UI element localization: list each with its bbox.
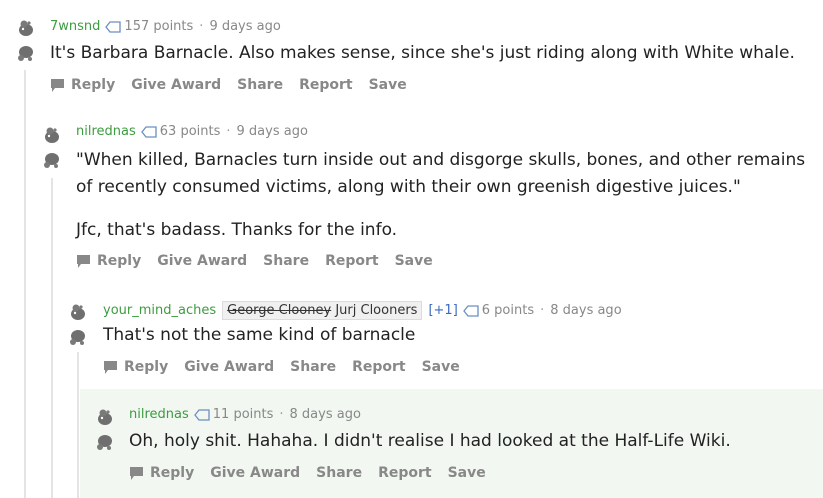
comment-paragraph: Jfc, that's badass. Thanks for the info. bbox=[76, 220, 398, 240]
comment-paragraph: It's Barbara Barnacle. Also makes sense,… bbox=[50, 43, 795, 63]
comment-body: Oh, holy shit. Hahaha. I didn't realise … bbox=[129, 428, 819, 455]
share-button[interactable]: Share bbox=[263, 253, 309, 269]
comment-body: "When killed, Barnacles turn inside out … bbox=[76, 147, 816, 244]
speech-bubble-icon bbox=[77, 254, 90, 268]
points: 11 points bbox=[212, 407, 274, 422]
thread-line-level3[interactable] bbox=[77, 352, 79, 498]
comment-meta: nilrednas 11 points · 8 days ago bbox=[129, 407, 361, 422]
snoo-upvote-icon[interactable] bbox=[95, 408, 115, 426]
snoo-downvote-icon[interactable] bbox=[95, 434, 115, 452]
save-button[interactable]: Save bbox=[369, 77, 407, 93]
comment-paragraph: "When killed, Barnacles turn inside out … bbox=[76, 150, 806, 197]
speech-bubble-icon bbox=[104, 360, 117, 374]
thread-line-level1[interactable] bbox=[24, 70, 26, 498]
username-link[interactable]: 7wnsnd bbox=[50, 19, 100, 34]
timestamp[interactable]: 9 days ago bbox=[209, 19, 280, 34]
comment-meta: 7wnsnd 157 points · 9 days ago bbox=[50, 19, 281, 34]
report-button[interactable]: Report bbox=[325, 253, 379, 269]
username-link[interactable]: nilrednas bbox=[76, 124, 136, 139]
share-button[interactable]: Share bbox=[290, 359, 336, 375]
flair-plus[interactable]: [+1] bbox=[428, 303, 457, 318]
report-button[interactable]: Report bbox=[378, 465, 432, 481]
report-button[interactable]: Report bbox=[352, 359, 406, 375]
reply-button[interactable]: Reply bbox=[103, 359, 168, 375]
snoo-downvote-icon[interactable] bbox=[68, 329, 88, 347]
speech-bubble-icon bbox=[51, 78, 64, 92]
separator: · bbox=[279, 407, 284, 422]
separator: · bbox=[540, 303, 545, 318]
snoo-upvote-icon[interactable] bbox=[42, 126, 62, 144]
reply-label: Reply bbox=[150, 465, 195, 481]
share-button[interactable]: Share bbox=[237, 77, 283, 93]
reply-button[interactable]: Reply bbox=[129, 465, 194, 481]
points: 63 points bbox=[159, 124, 221, 139]
give-award-button[interactable]: Give Award bbox=[184, 359, 274, 375]
snoo-downvote-icon[interactable] bbox=[16, 45, 36, 63]
reply-button[interactable]: Reply bbox=[50, 77, 115, 93]
username-link[interactable]: your_mind_aches bbox=[103, 303, 216, 318]
reply-button[interactable]: Reply bbox=[76, 253, 141, 269]
tag-icon bbox=[105, 20, 122, 33]
timestamp[interactable]: 9 days ago bbox=[237, 124, 308, 139]
comment-paragraph: Oh, holy shit. Hahaha. I didn't realise … bbox=[129, 431, 731, 451]
comment-meta: nilrednas 63 points · 9 days ago bbox=[76, 124, 308, 139]
save-button[interactable]: Save bbox=[422, 359, 460, 375]
snoo-upvote-icon[interactable] bbox=[68, 303, 88, 321]
comment-meta: your_mind_aches George Clooney Jurj Cloo… bbox=[103, 301, 622, 320]
tag-icon bbox=[140, 125, 157, 138]
reply-label: Reply bbox=[124, 359, 169, 375]
username-link[interactable]: nilrednas bbox=[129, 407, 189, 422]
share-button[interactable]: Share bbox=[316, 465, 362, 481]
report-button[interactable]: Report bbox=[299, 77, 353, 93]
user-flair: George Clooney Jurj Clooners bbox=[222, 301, 423, 320]
timestamp[interactable]: 8 days ago bbox=[290, 407, 361, 422]
separator: · bbox=[226, 124, 231, 139]
comment-actions: Reply Give Award Share Report Save bbox=[76, 253, 449, 269]
timestamp[interactable]: 8 days ago bbox=[550, 303, 621, 318]
comment-actions: Reply Give Award Share Report Save bbox=[103, 359, 476, 375]
give-award-button[interactable]: Give Award bbox=[210, 465, 300, 481]
tag-icon bbox=[193, 408, 210, 421]
comment-body: It's Barbara Barnacle. Also makes sense,… bbox=[50, 40, 810, 67]
separator: · bbox=[199, 19, 204, 34]
reply-label: Reply bbox=[71, 77, 116, 93]
flair-text: Jurj Clooners bbox=[335, 303, 418, 318]
points: 157 points bbox=[124, 19, 194, 34]
comment-actions: Reply Give Award Share Report Save bbox=[129, 465, 502, 481]
speech-bubble-icon bbox=[130, 466, 143, 480]
snoo-downvote-icon[interactable] bbox=[42, 152, 62, 170]
tag-icon bbox=[462, 304, 479, 317]
points: 6 points bbox=[481, 303, 535, 318]
flair-strikethrough: George Clooney bbox=[227, 303, 332, 318]
give-award-button[interactable]: Give Award bbox=[157, 253, 247, 269]
save-button[interactable]: Save bbox=[448, 465, 486, 481]
comment-actions: Reply Give Award Share Report Save bbox=[50, 77, 423, 93]
reply-label: Reply bbox=[97, 253, 142, 269]
comment-body: That's not the same kind of barnacle bbox=[103, 322, 803, 349]
give-award-button[interactable]: Give Award bbox=[131, 77, 221, 93]
comment-paragraph: That's not the same kind of barnacle bbox=[103, 325, 416, 345]
thread-line-level2[interactable] bbox=[51, 178, 53, 498]
snoo-upvote-icon[interactable] bbox=[16, 19, 36, 37]
save-button[interactable]: Save bbox=[395, 253, 433, 269]
